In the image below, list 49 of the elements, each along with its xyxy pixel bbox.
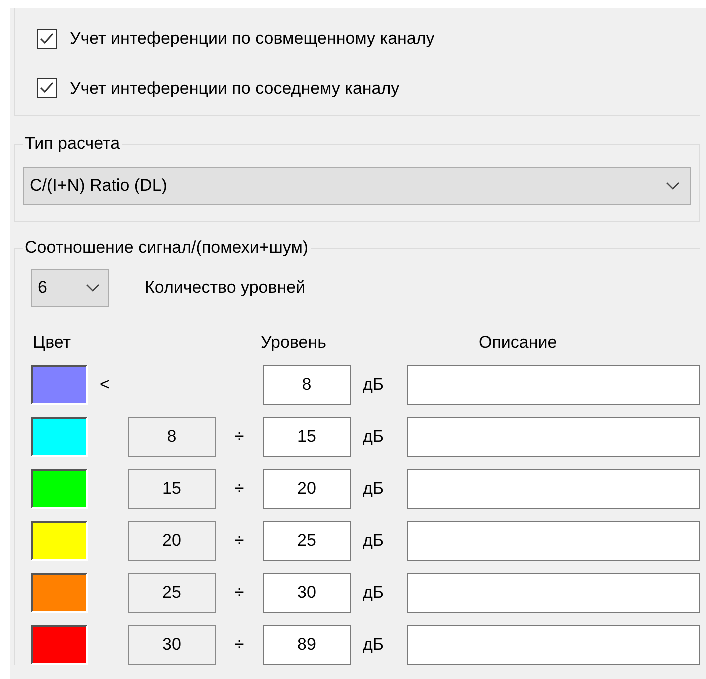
color-swatch[interactable] xyxy=(31,469,88,509)
level-to-field[interactable]: 25 xyxy=(263,521,351,561)
checkbox[interactable] xyxy=(37,78,57,98)
checkbox-label: Учет интеференции по соседнему каналу xyxy=(70,78,400,100)
calc-type-dropdown[interactable]: C/(I+N) Ratio (DL) xyxy=(23,167,691,205)
description-field[interactable] xyxy=(407,521,700,561)
color-swatch[interactable] xyxy=(31,625,88,665)
level-from-field: 8 xyxy=(128,417,216,457)
checkmark-icon xyxy=(40,82,54,94)
color-swatch[interactable] xyxy=(31,365,88,405)
level-from-field: 20 xyxy=(128,521,216,561)
unit-label: дБ xyxy=(363,374,386,396)
description-field[interactable] xyxy=(407,469,700,509)
range-sign: ÷ xyxy=(234,426,246,448)
description-field[interactable] xyxy=(407,417,700,457)
column-header: Описание xyxy=(479,332,558,354)
range-sign: ÷ xyxy=(234,582,246,604)
less-than-sign: < xyxy=(100,374,111,396)
range-sign: ÷ xyxy=(234,634,246,656)
range-sign: ÷ xyxy=(234,530,246,552)
color-swatch[interactable] xyxy=(31,417,88,457)
unit-label: дБ xyxy=(363,634,386,656)
level-to-field[interactable]: 20 xyxy=(263,469,351,509)
level-from-field: 15 xyxy=(128,469,216,509)
color-swatch[interactable] xyxy=(31,521,88,561)
column-header: Цвет xyxy=(32,332,72,354)
chevron-down-icon xyxy=(86,284,100,292)
unit-label: дБ xyxy=(363,530,386,552)
range-sign: ÷ xyxy=(234,478,246,500)
chevron-down-icon xyxy=(666,182,680,190)
levels-count-dropdown[interactable]: 6 xyxy=(31,269,109,307)
checkbox[interactable] xyxy=(37,28,57,49)
level-to-field[interactable]: 8 xyxy=(263,365,351,405)
level-from-field: 30 xyxy=(128,625,216,665)
unit-label: дБ xyxy=(363,582,386,604)
level-to-field[interactable]: 89 xyxy=(263,625,351,665)
description-field[interactable] xyxy=(407,625,700,665)
checkbox-label: Учет интеференции по совмещенному каналу xyxy=(70,28,435,50)
description-field[interactable] xyxy=(407,365,700,405)
checkmark-icon xyxy=(40,32,54,45)
column-header: Уровень xyxy=(261,332,328,354)
unit-label: дБ xyxy=(363,478,386,500)
level-to-field[interactable]: 30 xyxy=(263,573,351,613)
level-to-field[interactable]: 15 xyxy=(263,417,351,457)
levels-count-label: Количество уровней xyxy=(145,277,306,300)
level-from-field: 25 xyxy=(128,573,216,613)
description-field[interactable] xyxy=(407,573,700,613)
unit-label: дБ xyxy=(363,426,386,448)
color-swatch[interactable] xyxy=(31,573,88,613)
